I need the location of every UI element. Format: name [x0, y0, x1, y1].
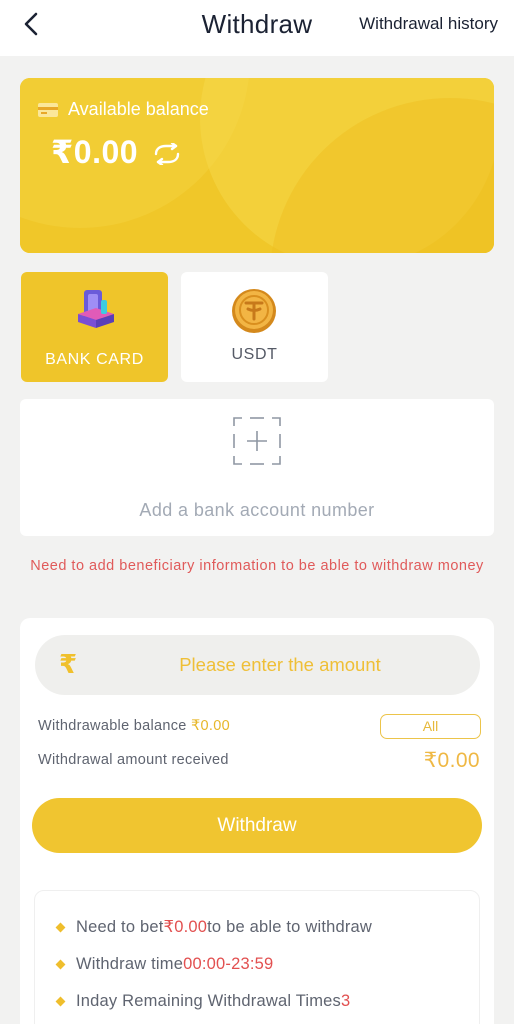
- add-bank-account-card[interactable]: Add a bank account number: [20, 399, 494, 536]
- diamond-bullet-icon: [55, 922, 66, 932]
- add-plus-icon: [233, 417, 281, 465]
- balance-label: Available balance: [68, 99, 209, 119]
- note-highlight: ₹0.00: [163, 918, 208, 936]
- usdt-coin-icon: [232, 289, 276, 333]
- add-bank-label: Add a bank account number: [139, 500, 375, 520]
- amount-input[interactable]: [95, 635, 465, 695]
- note-item: Inday Remaining Withdrawal Times 3: [55, 992, 351, 1011]
- withdraw-rules: Need to bet ₹0.00 to be able to withdraw…: [34, 890, 480, 1024]
- diamond-bullet-icon: [55, 959, 66, 970]
- top-bar: Withdraw Withdrawal history: [0, 0, 514, 56]
- note-item: Need to bet ₹0.00 to be able to withdraw: [55, 917, 372, 937]
- withdrawable-label: Withdrawable balance: [38, 718, 191, 734]
- withdrawal-history-link[interactable]: Withdrawal history: [359, 14, 498, 34]
- note-highlight: 3: [341, 992, 351, 1010]
- received-value: ₹0.00: [423, 749, 480, 772]
- method-label: BANK CARD: [45, 351, 144, 368]
- withdraw-panel: ₹ Withdrawable balance ₹0.00 All Withdra…: [20, 618, 494, 1024]
- method-usdt[interactable]: USDT: [181, 272, 328, 382]
- note-item: Withdraw time 00:00-23:59: [55, 955, 274, 974]
- withdrawable-value: ₹0.00: [191, 718, 230, 734]
- diamond-bullet-icon: [55, 996, 66, 1007]
- amount-field[interactable]: ₹: [35, 635, 480, 695]
- withdrawable-balance-row: Withdrawable balance ₹0.00: [38, 718, 230, 734]
- withdraw-button[interactable]: Withdraw: [32, 798, 482, 853]
- method-label: USDT: [231, 346, 278, 363]
- bank-card-icon: [78, 290, 114, 328]
- note-highlight: 00:00-23:59: [183, 955, 274, 973]
- wallet-card-icon: [38, 102, 58, 117]
- beneficiary-warning: Need to add beneficiary information to b…: [30, 558, 484, 574]
- balance-amount-row: ₹0.00: [51, 133, 182, 171]
- refresh-icon[interactable]: [152, 143, 182, 165]
- received-label: Withdrawal amount received: [38, 752, 229, 768]
- balance-amount: ₹0.00: [51, 134, 139, 170]
- balance-label-row: Available balance: [38, 99, 209, 120]
- all-button[interactable]: All: [380, 714, 481, 739]
- method-bank-card[interactable]: BANK CARD: [21, 272, 168, 382]
- rupee-icon: ₹: [59, 649, 78, 679]
